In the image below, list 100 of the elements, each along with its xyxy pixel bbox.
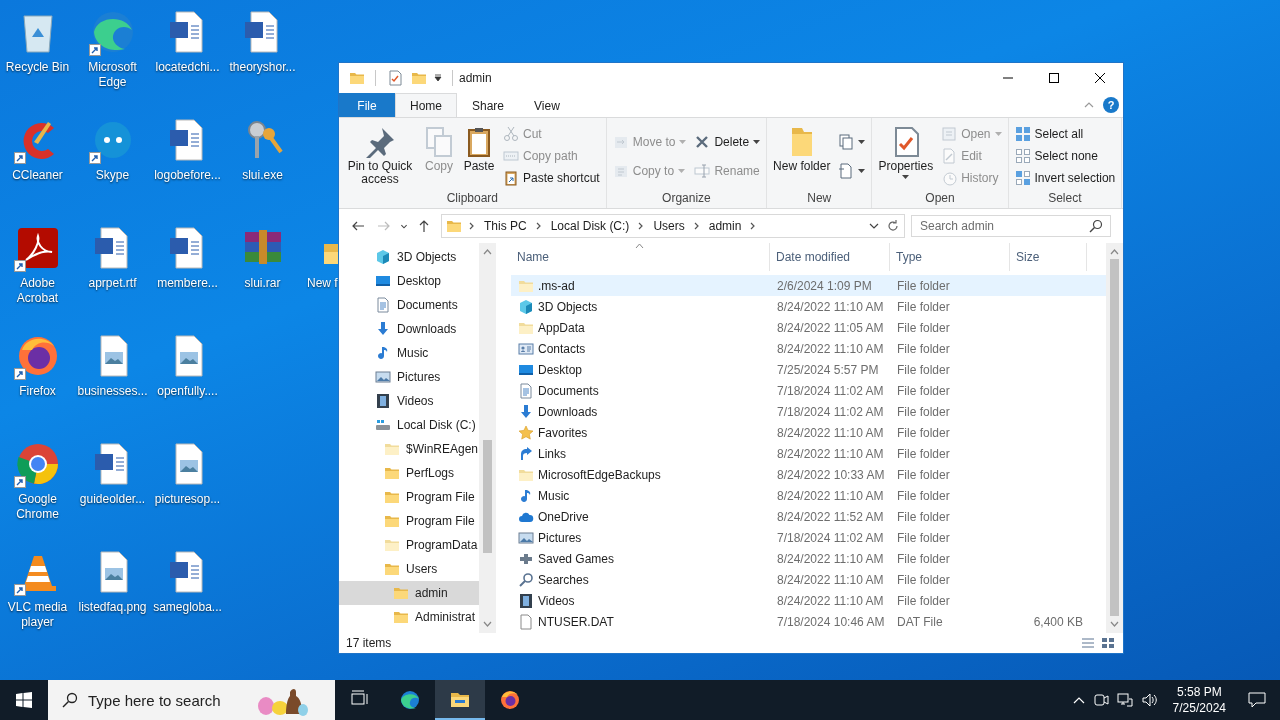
contact-card-icon bbox=[518, 340, 534, 357]
file-type: File folder bbox=[897, 278, 950, 293]
document-icon bbox=[375, 297, 391, 313]
clock-time: 5:58 PM bbox=[1176, 684, 1222, 700]
icon-tile[interactable]: slui.exe bbox=[225, 114, 300, 222]
nav-item[interactable]: Users bbox=[339, 557, 479, 581]
nav-item[interactable]: PerfLogs bbox=[339, 461, 479, 485]
icon-tile[interactable]: Google Chrome bbox=[0, 438, 75, 546]
nav-item[interactable]: 3D Objects bbox=[339, 245, 479, 269]
breadcrumb[interactable]: Local Disk (C:) bbox=[548, 219, 632, 233]
file-row[interactable]: Desktop 7/25/2024 5:57 PM File folder bbox=[511, 359, 1106, 380]
icon-tile[interactable]: Recycle Bin bbox=[0, 6, 75, 114]
file-row[interactable]: Pictures 7/18/2024 11:02 AM File folder bbox=[511, 527, 1106, 548]
nav-item[interactable]: Pictures bbox=[339, 365, 479, 389]
invert-selection-button[interactable]: Invert selection bbox=[1012, 167, 1118, 189]
column-header[interactable]: Name bbox=[511, 243, 770, 271]
group-label: Select bbox=[1047, 191, 1083, 207]
file-name: 3D Objects bbox=[538, 299, 598, 314]
folder-icon bbox=[384, 537, 400, 553]
icon-tile[interactable]: guideolder... bbox=[75, 438, 150, 546]
icon-tile[interactable]: openfully.... bbox=[150, 330, 225, 438]
nav-item[interactable]: Program File bbox=[339, 509, 479, 533]
select-none-button[interactable]: Select none bbox=[1012, 145, 1118, 167]
icon-tile[interactable]: Microsoft Edge bbox=[75, 6, 150, 114]
paste-shortcut-button[interactable]: Paste shortcut bbox=[501, 167, 602, 189]
folder-button[interactable]: New folder bbox=[771, 122, 833, 190]
icon-tile[interactable]: theoryshor... bbox=[225, 6, 300, 114]
column-header[interactable]: Size bbox=[1010, 243, 1087, 271]
icon-tile[interactable]: logobefore... bbox=[150, 114, 225, 222]
file-row[interactable]: .ms-ad 2/6/2024 1:09 PM File folder bbox=[511, 275, 1106, 296]
breadcrumb[interactable]: This PC bbox=[482, 219, 529, 233]
nav-item[interactable]: Videos bbox=[339, 389, 479, 413]
file-icon bbox=[518, 613, 534, 630]
icon-tile[interactable]: aprpet.rtf bbox=[75, 222, 150, 330]
clipboard-button[interactable]: Paste bbox=[461, 122, 497, 190]
paste-shortcut-icon bbox=[503, 170, 519, 186]
nav-item[interactable]: ProgramData bbox=[339, 533, 479, 557]
ribbon-tab[interactable]: Share bbox=[457, 93, 520, 117]
icon-tile[interactable]: locatedchi... bbox=[150, 6, 225, 114]
file-row[interactable]: Documents 7/18/2024 11:02 AM File folder bbox=[511, 380, 1106, 401]
delete-button[interactable]: Delete bbox=[692, 127, 763, 156]
file-row[interactable]: Favorites 8/24/2022 11:10 AM File folder bbox=[511, 422, 1106, 443]
ribbon-tab[interactable]: Home bbox=[395, 93, 457, 117]
properties-button[interactable]: Properties bbox=[876, 122, 936, 190]
icon-tile[interactable]: Firefox bbox=[0, 330, 75, 438]
file-row[interactable]: Videos 8/24/2022 11:10 AM File folder bbox=[511, 590, 1106, 611]
file-row[interactable]: NTUSER.DAT 7/18/2024 10:46 AM DAT File 6,400 KB bbox=[511, 611, 1106, 632]
nav-item[interactable]: Program File bbox=[339, 485, 479, 509]
file-menu-tab[interactable]: File bbox=[339, 93, 395, 117]
file-row[interactable]: AppData 8/24/2022 11:05 AM File folder bbox=[511, 317, 1106, 338]
nav-item[interactable]: Documents bbox=[339, 293, 479, 317]
breadcrumb[interactable]: Users bbox=[651, 219, 687, 233]
scrollbar[interactable] bbox=[479, 243, 496, 633]
monitor-icon bbox=[375, 273, 391, 289]
file-row[interactable]: MicrosoftEdgeBackups 8/24/2022 10:33 AM File folder bbox=[511, 464, 1106, 485]
folder-icon bbox=[384, 441, 400, 457]
nav-item[interactable]: Desktop bbox=[339, 269, 479, 293]
scrollbar[interactable] bbox=[1106, 243, 1123, 633]
nav-item[interactable]: $WinREAgen bbox=[339, 437, 479, 461]
icon-tile[interactable]: Skype bbox=[75, 114, 150, 222]
help-button[interactable]: ? bbox=[1103, 97, 1119, 113]
file-type: File folder bbox=[897, 509, 950, 524]
file-row[interactable]: Contacts 8/24/2022 11:10 AM File folder bbox=[511, 338, 1106, 359]
file-row[interactable]: Links 8/24/2022 11:10 AM File folder bbox=[511, 443, 1106, 464]
file-explorer-taskbar-button[interactable] bbox=[435, 680, 485, 720]
taskbar-search-field[interactable]: Type here to search bbox=[48, 680, 335, 720]
scroll-thumb[interactable] bbox=[1110, 259, 1119, 616]
icon-tile[interactable]: membere... bbox=[150, 222, 225, 330]
breadcrumb[interactable]: admin bbox=[706, 219, 744, 233]
file-row[interactable]: Saved Games 8/24/2022 11:10 AM File folder bbox=[511, 548, 1106, 569]
pin-button[interactable]: Pin to Quick access bbox=[343, 122, 417, 190]
column-header[interactable]: Type bbox=[890, 243, 1010, 271]
nav-item[interactable]: Music bbox=[339, 341, 479, 365]
column-header[interactable]: Date modified bbox=[770, 243, 890, 271]
scroll-thumb[interactable] bbox=[483, 440, 492, 553]
icon-tile[interactable]: Adobe Acrobat bbox=[0, 222, 75, 330]
search-icon bbox=[62, 692, 78, 708]
file-row[interactable]: OneDrive 8/24/2022 11:52 AM File folder bbox=[511, 506, 1106, 527]
icon-tile[interactable]: picturesop... bbox=[150, 438, 225, 546]
file-row[interactable]: Downloads 7/18/2024 11:02 AM File folder bbox=[511, 401, 1106, 422]
icon-tile[interactable]: CCleaner bbox=[0, 114, 75, 222]
windows-logo-icon bbox=[16, 692, 32, 708]
icon-tile[interactable]: listedfaq.png bbox=[75, 546, 150, 654]
icon-tile[interactable]: VLC media player bbox=[0, 546, 75, 654]
select-all-button[interactable]: Select all bbox=[1012, 123, 1118, 145]
address-bar[interactable]: This PC Local Disk (C:) Users admin bbox=[441, 214, 905, 238]
nav-item[interactable]: Administrat bbox=[339, 605, 479, 629]
file-row[interactable]: Searches 8/24/2022 11:10 AM File folder bbox=[511, 569, 1106, 590]
file-name: MicrosoftEdgeBackups bbox=[538, 467, 661, 482]
icon-tile[interactable]: slui.rar bbox=[225, 222, 300, 330]
file-row[interactable]: 3D Objects 8/24/2022 11:10 AM File folder bbox=[511, 296, 1106, 317]
nav-item[interactable]: admin bbox=[339, 581, 479, 605]
nav-item[interactable]: Downloads bbox=[339, 317, 479, 341]
icon-tile[interactable]: samegloba... bbox=[150, 546, 225, 654]
nav-item[interactable]: Local Disk (C:) bbox=[339, 413, 479, 437]
icon-tile[interactable]: businesses... bbox=[75, 330, 150, 438]
ribbon-tab[interactable]: View bbox=[519, 93, 575, 117]
search-field[interactable]: Search admin bbox=[911, 215, 1111, 237]
folder-icon bbox=[411, 70, 427, 86]
file-row[interactable]: Music 8/24/2022 11:10 AM File folder bbox=[511, 485, 1106, 506]
